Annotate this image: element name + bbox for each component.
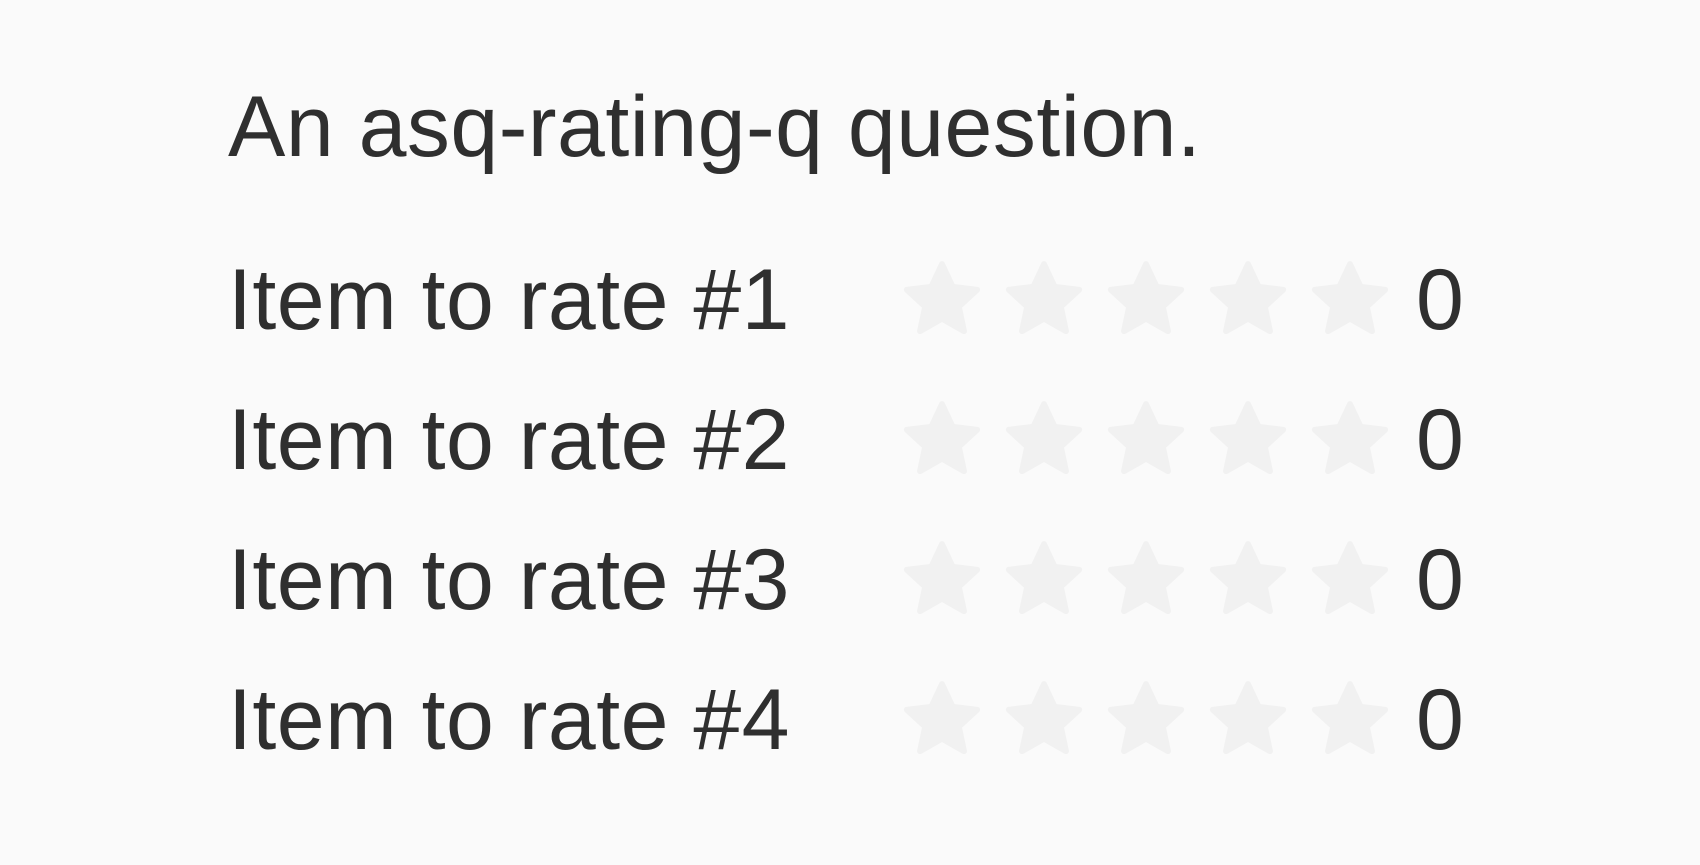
rating-value: 0 — [1416, 672, 1464, 768]
rating-question: An asq-rating-q question. Item to rate #… — [228, 72, 1528, 790]
star-icon[interactable] — [898, 676, 986, 764]
star-icon[interactable] — [1204, 676, 1292, 764]
star-icon[interactable] — [1306, 676, 1394, 764]
star-icon[interactable] — [1204, 536, 1292, 624]
star-icon[interactable] — [1102, 396, 1190, 484]
star-icon[interactable] — [1306, 256, 1394, 344]
item-label: Item to rate #2 — [228, 392, 791, 488]
star-rating — [898, 536, 1394, 624]
star-icon[interactable] — [1102, 676, 1190, 764]
rating-value: 0 — [1416, 532, 1464, 628]
item-label: Item to rate #1 — [228, 252, 791, 348]
rating-row-1: Item to rate #1 0 — [228, 230, 1528, 370]
star-rating — [898, 396, 1394, 484]
star-icon[interactable] — [1000, 396, 1088, 484]
rating-row-4: Item to rate #4 0 — [228, 650, 1528, 790]
question-title: An asq-rating-q question. — [228, 79, 1202, 175]
star-icon[interactable] — [1306, 396, 1394, 484]
star-icon[interactable] — [1204, 396, 1292, 484]
star-icon[interactable] — [1102, 536, 1190, 624]
rating-value: 0 — [1416, 252, 1464, 348]
star-icon[interactable] — [1204, 256, 1292, 344]
star-rating — [898, 676, 1394, 764]
rating-row-2: Item to rate #2 0 — [228, 370, 1528, 510]
item-label: Item to rate #3 — [228, 532, 791, 628]
rating-row-3: Item to rate #3 0 — [228, 510, 1528, 650]
star-icon[interactable] — [1000, 676, 1088, 764]
star-icon[interactable] — [1000, 256, 1088, 344]
star-icon[interactable] — [898, 536, 986, 624]
star-icon[interactable] — [898, 396, 986, 484]
star-icon[interactable] — [1306, 536, 1394, 624]
star-icon[interactable] — [1000, 536, 1088, 624]
star-rating — [898, 256, 1394, 344]
rating-value: 0 — [1416, 392, 1464, 488]
star-icon[interactable] — [898, 256, 986, 344]
item-label: Item to rate #4 — [228, 672, 791, 768]
star-icon[interactable] — [1102, 256, 1190, 344]
